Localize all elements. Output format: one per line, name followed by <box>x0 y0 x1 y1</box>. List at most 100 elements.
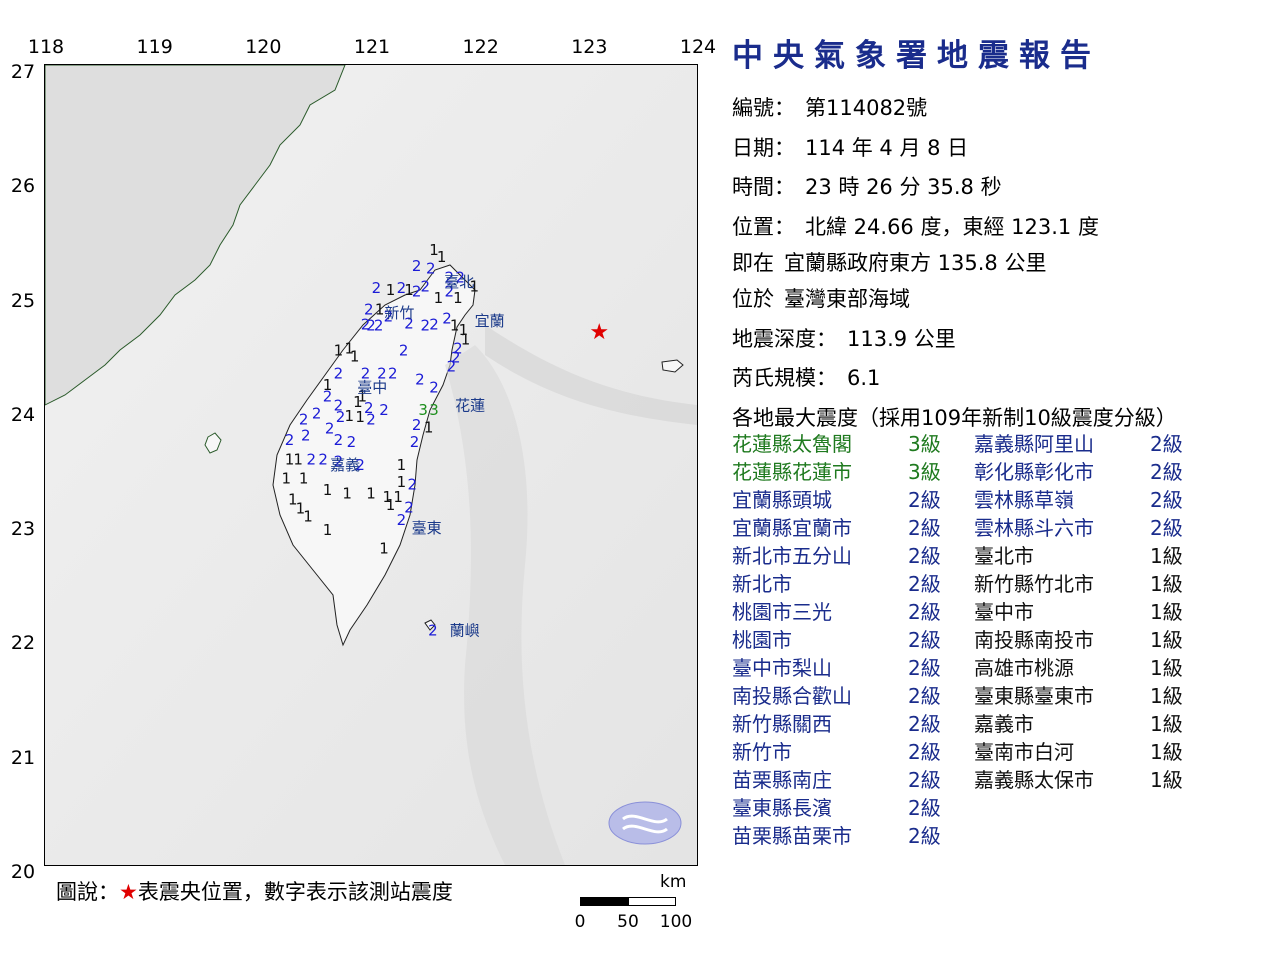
intensity-location: 新北市 <box>732 572 792 596</box>
report-panel: 中央氣象署地震報告 編號： 第114082號 日期： 114 年 4 月 8 日 時… <box>732 30 1272 438</box>
intensity-location: 臺東縣長濱 <box>732 796 832 820</box>
time-label: 時間： <box>732 175 795 199</box>
intensity-location: 苗栗縣苗栗市 <box>732 824 852 848</box>
lat-tick-21: 21 <box>10 746 36 769</box>
region-value: 臺灣東部海域 <box>784 287 910 311</box>
station-intensity: 2 <box>301 426 311 444</box>
station-intensity: 2 <box>323 387 333 405</box>
place-label: 新竹 <box>384 304 414 322</box>
station-intensity: 2 <box>426 259 436 277</box>
intensity-row: 新竹縣竹北市 1級 <box>974 570 1214 598</box>
date-label: 日期： <box>732 135 795 160</box>
station-intensity: 1 <box>434 289 444 307</box>
report-magnitude: 芮氏規模： 6.1 <box>732 359 1272 399</box>
intensity-row: 花蓮縣太魯閣 3級 <box>732 430 972 458</box>
intensity-level: 2級 <box>908 824 941 848</box>
epicenter-star-icon: ★ <box>119 880 138 904</box>
report-time: 時間： 23 時 26 分 35.8 秒 <box>732 168 1272 208</box>
intensity-level: 1級 <box>1150 712 1183 736</box>
lat-tick-23: 23 <box>10 518 36 541</box>
intensity-row: 臺北市 1級 <box>974 542 1214 570</box>
intensity-row: 雲林縣斗六市 2級 <box>974 514 1214 542</box>
map-canvas: 112 22 212 1 212 21 122 1 2222 2 2 2 21 112221 11 22 2 2 2… <box>45 65 697 865</box>
station-intensity: 1 <box>397 456 407 474</box>
number-label: 編號： <box>732 96 795 120</box>
station-intensity: 1 <box>386 496 396 514</box>
intensity-column-left: 花蓮縣太魯閣 3級 花蓮縣花蓮市 3級 宜蘭縣頭城 2級 宜蘭縣宜蘭市 2級 新北市五分山 2級新… <box>732 430 972 850</box>
station-intensity: 2 <box>306 450 316 468</box>
intensity-location: 臺東縣臺東市 <box>974 684 1094 708</box>
intensity-level: 2級 <box>908 768 941 792</box>
station-intensity: 1 <box>350 347 360 365</box>
intensity-level: 2級 <box>908 488 941 512</box>
intensity-row: 花蓮縣花蓮市 3級 <box>732 458 972 486</box>
intensity-location: 新北市五分山 <box>732 544 852 568</box>
intensity-row: 臺南市白河 1級 <box>974 738 1214 766</box>
intensity-row: 桃園市三光 2級 <box>732 598 972 626</box>
cwa-logo <box>608 801 682 845</box>
place-label: 嘉義 <box>330 456 360 474</box>
intensity-location: 花蓮縣太魯閣 <box>732 432 852 456</box>
relative-label: 即在 <box>732 251 774 275</box>
intensity-level: 2級 <box>908 740 941 764</box>
intensity-level: 2級 <box>908 712 941 736</box>
intensity-location: 雲林縣草嶺 <box>974 488 1074 512</box>
intensity-row: 苗栗縣南庄 2級 <box>732 766 972 794</box>
station-intensity: 2 <box>372 279 382 297</box>
date-value: 114 年 4 月 8 日 <box>805 135 969 160</box>
intensity-level: 1級 <box>1150 544 1183 568</box>
intensity-level: 2級 <box>908 628 941 652</box>
place-label: 蘭嶼 <box>450 622 480 640</box>
depth-value: 113.9 公里 <box>847 326 956 351</box>
intensity-level: 2級 <box>1150 460 1183 484</box>
scale-segment-light <box>628 897 676 906</box>
lon-tick-118: 118 <box>27 36 65 58</box>
intensity-location: 宜蘭縣頭城 <box>732 488 832 512</box>
depth-label: 地震深度： <box>732 326 837 351</box>
lat-tick-24: 24 <box>10 403 36 426</box>
lon-tick-124: 124 <box>679 36 717 58</box>
intensity-row: 嘉義縣太保市 1級 <box>974 766 1214 794</box>
intensity-location: 臺北市 <box>974 544 1034 568</box>
intensity-level: 2級 <box>1150 488 1183 512</box>
station-intensity: 2 <box>312 405 322 423</box>
report-date: 日期： 114 年 4 月 8 日 <box>732 129 1272 169</box>
intensity-location: 南投縣南投市 <box>974 628 1094 652</box>
lat-tick-26: 26 <box>10 175 36 198</box>
station-intensity: 2 <box>415 370 425 388</box>
station-intensity: 2 <box>379 401 389 419</box>
position-value: 北緯 24.66 度，東經 123.1 度 <box>805 214 1099 239</box>
region-label: 位於 <box>732 287 774 311</box>
report-position: 位置： 北緯 24.66 度，東經 123.1 度 <box>732 208 1272 248</box>
intensity-row: 臺東縣長濱 2級 <box>732 794 972 822</box>
intensity-location: 宜蘭縣宜蘭市 <box>732 516 852 540</box>
station-intensity: 1 <box>323 521 333 539</box>
number-value: 第114082號 <box>805 96 928 120</box>
intensity-level: 3級 <box>908 460 941 484</box>
station-intensity: 2 <box>447 358 457 376</box>
station-intensity: 2 <box>347 433 357 451</box>
station-intensity: 1 <box>437 248 447 266</box>
station-intensity: 1 <box>379 539 389 557</box>
intensity-level: 2級 <box>908 684 941 708</box>
intensity-location: 新竹市 <box>732 740 792 764</box>
intensity-row: 新竹縣關西 2級 <box>732 710 972 738</box>
legend-prefix: 圖說： <box>56 880 119 904</box>
intensity-row: 嘉義縣阿里山 2級 <box>974 430 1214 458</box>
relative-value: 宜蘭縣政府東方 135.8 公里 <box>784 251 1047 275</box>
station-intensity: 1 <box>344 407 354 425</box>
intensity-level: 2級 <box>908 656 941 680</box>
scale-unit: km <box>660 872 687 892</box>
report-region: 位於 臺灣東部海域 <box>732 280 1272 320</box>
lat-tick-25: 25 <box>10 289 36 312</box>
intensity-level: 2級 <box>1150 432 1183 456</box>
report-title: 中央氣象署地震報告 <box>732 38 1101 74</box>
intensity-location: 新竹縣竹北市 <box>974 572 1094 596</box>
intensity-row: 高雄市桃源 1級 <box>974 654 1214 682</box>
lat-tick-20: 20 <box>10 861 36 883</box>
station-intensity: 2 <box>397 511 407 529</box>
lon-tick-123: 123 <box>571 36 608 58</box>
station-intensity: 1 <box>424 418 434 436</box>
place-label: 臺北 <box>444 273 474 291</box>
lat-tick-27: 27 <box>10 61 36 83</box>
